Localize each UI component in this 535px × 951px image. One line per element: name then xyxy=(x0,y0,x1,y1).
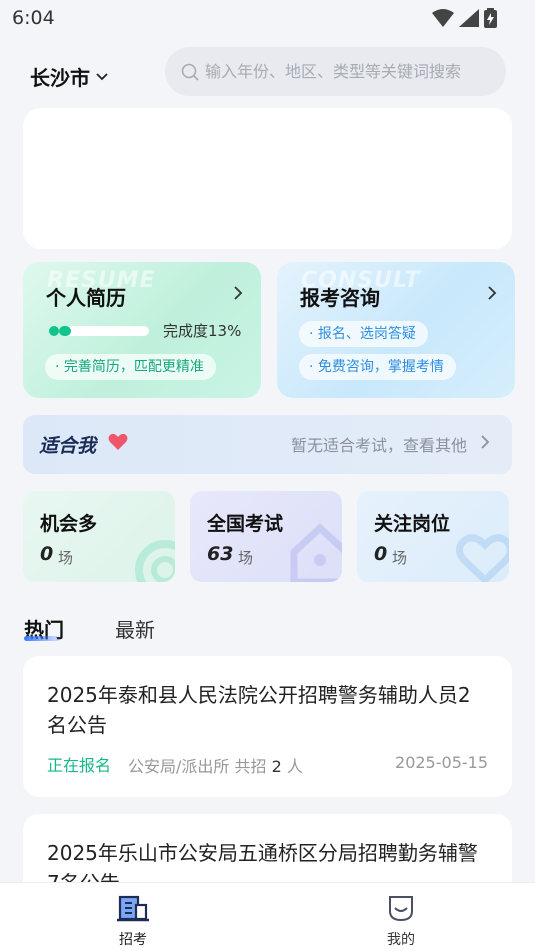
stat-title: 关注岗位 xyxy=(374,513,451,535)
consult-card[interactable]: CONSULT 报考咨询 · 报名、选岗答疑 · 免费咨询，掌握考情 xyxy=(277,262,515,398)
job-count-prefix: 共招 xyxy=(234,757,267,776)
tab-latest[interactable]: 最新 xyxy=(115,614,155,643)
stat-number: 0 xyxy=(40,543,54,565)
city-label: 长沙市 xyxy=(30,66,90,90)
profile-face-icon xyxy=(389,896,413,922)
chevron-down-icon xyxy=(96,72,108,80)
stat-opportunities[interactable]: 机会多 0 场 xyxy=(23,491,175,582)
nav-mine-label: 我的 xyxy=(387,932,415,948)
stat-followed-positions[interactable]: 关注岗位 0 场 xyxy=(357,491,509,582)
consult-tip-2: · 免费咨询，掌握考情 xyxy=(299,354,456,380)
banner[interactable] xyxy=(23,108,512,249)
city-selector[interactable]: 长沙市 xyxy=(30,62,108,91)
consult-title: 报考咨询 xyxy=(300,286,380,310)
job-title: 2025年泰和县人民法院公开招聘警务辅助人员2名公告 xyxy=(47,683,471,737)
search-icon xyxy=(181,63,199,81)
resume-title: 个人简历 xyxy=(46,286,126,310)
job-count: 2 xyxy=(271,757,282,776)
resume-progress-text: 完成度13% xyxy=(163,322,242,340)
job-status: 正在报名 xyxy=(47,756,112,775)
heart-icon xyxy=(108,433,128,450)
stat-unit: 场 xyxy=(392,549,408,567)
nav-recruit[interactable]: 招考 xyxy=(93,893,173,949)
battery-charging-icon xyxy=(484,8,497,28)
heart-outline-icon xyxy=(456,534,509,582)
building-icon xyxy=(117,895,149,922)
resume-progress-fill xyxy=(59,326,71,336)
chevron-right-icon xyxy=(481,435,490,449)
stat-unit: 场 xyxy=(58,549,74,567)
stat-title: 机会多 xyxy=(40,513,98,535)
chevron-right-icon xyxy=(488,286,497,300)
stat-number: 0 xyxy=(374,543,388,565)
job-count-suffix: 人 xyxy=(286,757,303,776)
job-card[interactable]: 2025年泰和县人民法院公开招聘警务辅助人员2名公告 正在报名 公安局/派出所 … xyxy=(23,656,512,797)
job-meta: 公安局/派出所 共招 2 人 xyxy=(128,753,303,777)
status-time: 6:04 xyxy=(12,7,55,29)
consult-tip-1: · 报名、选岗答疑 xyxy=(299,321,428,347)
progress-dot xyxy=(49,326,59,336)
house-icon xyxy=(290,523,342,582)
job-date: 2025-05-15 xyxy=(395,753,488,772)
stat-unit: 场 xyxy=(238,549,254,567)
status-bar: 6:04 xyxy=(0,0,535,38)
nav-recruit-label: 招考 xyxy=(119,932,147,948)
resume-progress-bar xyxy=(59,326,149,336)
stat-national-exams[interactable]: 全国考试 63 场 xyxy=(190,491,342,582)
wifi-icon xyxy=(432,9,454,27)
stat-title: 全国考试 xyxy=(207,513,284,535)
tab-active-indicator xyxy=(24,636,60,641)
cellular-signal-icon xyxy=(459,9,479,27)
fit-me-title: 适合我 xyxy=(39,435,97,457)
bottom-nav: 招考 我的 xyxy=(0,882,535,951)
nav-mine[interactable]: 我的 xyxy=(361,893,441,949)
resume-tip: · 完善简历，匹配更精准 xyxy=(45,354,216,380)
status-icons xyxy=(432,8,497,28)
search-bar[interactable] xyxy=(165,47,506,96)
stat-number: 63 xyxy=(207,543,234,565)
fit-me-bar[interactable]: 适合我 暂无适合考试，查看其他 xyxy=(23,415,512,474)
search-input[interactable] xyxy=(205,62,495,81)
resume-card[interactable]: RESUME 个人简历 完成度13% · 完善简历，匹配更精准 xyxy=(23,262,261,398)
target-icon xyxy=(135,540,175,582)
chevron-right-icon xyxy=(234,286,243,300)
fit-me-hint: 暂无适合考试，查看其他 xyxy=(290,436,467,455)
job-category: 公安局/派出所 xyxy=(128,757,230,776)
